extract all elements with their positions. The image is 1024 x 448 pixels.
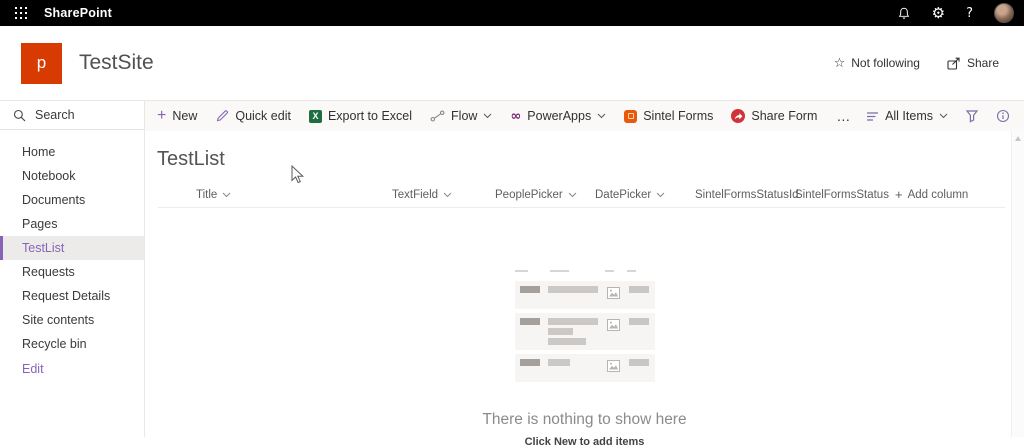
column-header-sintelformsstatus[interactable]: SintelFormsStatus: [795, 189, 895, 201]
sidebar-item-testlist[interactable]: TestList: [0, 236, 144, 260]
column-header-datepicker[interactable]: DatePicker: [595, 189, 695, 201]
search-icon: [13, 109, 26, 122]
share-form-label: Share Form: [751, 109, 818, 123]
sidebar-item-documents[interactable]: Documents: [0, 188, 144, 212]
column-header-row: Title TextField PeoplePicker DatePicker …: [145, 188, 1024, 201]
search-input[interactable]: Search: [0, 101, 144, 130]
column-header-title[interactable]: Title: [196, 189, 392, 201]
image-placeholder-icon: [606, 318, 620, 336]
page-body: Search Home Notebook Documents Pages Tes…: [0, 100, 1024, 448]
column-header-sintelformsstatusid[interactable]: SintelFormsStatusId: [695, 189, 799, 201]
view-selector[interactable]: All Items: [866, 109, 948, 123]
help-icon[interactable]: ?: [966, 7, 973, 20]
sidebar-item-request-details[interactable]: Request Details: [0, 284, 144, 308]
powerapps-label: PowerApps: [527, 109, 592, 123]
new-label: New: [172, 109, 198, 123]
notifications-bell-icon[interactable]: [897, 6, 911, 21]
chevron-down-icon: [656, 192, 665, 197]
app-launcher-icon[interactable]: [9, 1, 33, 25]
sintel-forms-label: Sintel Forms: [643, 109, 714, 123]
chevron-down-icon: [568, 192, 577, 197]
sidebar-item-pages[interactable]: Pages: [0, 212, 144, 236]
command-bar: + New Quick edit X Export to Excel Flow …: [145, 101, 1024, 131]
excel-icon: X: [308, 109, 322, 123]
powerapps-icon: ∞: [510, 108, 522, 124]
plus-icon: +: [895, 187, 903, 202]
sidebar-item-recycle-bin[interactable]: Recycle bin: [0, 332, 144, 356]
add-column-button[interactable]: + Add column: [895, 188, 968, 201]
skeleton-row: [514, 281, 655, 309]
flow-icon: [430, 110, 445, 122]
share-form-icon: [731, 109, 746, 123]
add-column-label: Add column: [907, 188, 969, 201]
site-nav: Home Notebook Documents Pages TestList R…: [0, 130, 144, 381]
site-header: p TestSite ☆ Not following Share: [0, 26, 1024, 100]
star-icon: ☆: [833, 55, 846, 71]
column-header-peoplepicker[interactable]: PeoplePicker: [495, 189, 595, 201]
sintel-forms-icon: [624, 109, 638, 123]
vertical-scrollbar[interactable]: [1011, 131, 1024, 437]
skeleton-row: [514, 313, 655, 350]
site-title[interactable]: TestSite: [79, 51, 154, 75]
share-form-button[interactable]: Share Form: [722, 101, 826, 131]
more-commands-button[interactable]: …: [826, 108, 861, 124]
filter-funnel-icon[interactable]: [965, 109, 979, 123]
chevron-down-icon: [597, 113, 606, 119]
sidebar-item-home[interactable]: Home: [0, 140, 144, 164]
site-header-actions: ☆ Not following Share: [834, 56, 1024, 71]
share-site-button[interactable]: Share: [947, 56, 999, 70]
quick-edit-label: Quick edit: [235, 109, 291, 123]
user-avatar[interactable]: [994, 3, 1014, 23]
view-selector-label: All Items: [885, 109, 933, 123]
empty-state-subtitle: Click New to add items: [524, 436, 645, 448]
sidebar-item-requests[interactable]: Requests: [0, 260, 144, 284]
export-to-excel-button[interactable]: X Export to Excel: [300, 101, 421, 131]
sintel-forms-button[interactable]: Sintel Forms: [615, 101, 722, 131]
image-placeholder-icon: [606, 359, 620, 377]
settings-gear-icon[interactable]: ⚙: [932, 5, 945, 21]
image-placeholder-icon: [606, 286, 620, 304]
chevron-down-icon: [222, 192, 231, 197]
list-title: TestList: [157, 148, 225, 170]
sidebar-item-notebook[interactable]: Notebook: [0, 164, 144, 188]
sidebar-item-site-contents[interactable]: Site contents: [0, 308, 144, 332]
empty-state-illustration: [514, 270, 655, 382]
quick-edit-button[interactable]: Quick edit: [206, 101, 300, 131]
empty-state-title: There is nothing to show here: [482, 411, 687, 428]
export-excel-label: Export to Excel: [327, 109, 413, 123]
chevron-down-icon: [939, 113, 948, 119]
search-placeholder: Search: [35, 108, 75, 122]
header-divider: [158, 207, 1005, 208]
sidebar-edit-links[interactable]: Edit: [0, 357, 144, 381]
pencil-icon: [215, 109, 229, 123]
skeleton-row: [514, 354, 655, 382]
chevron-down-icon: [443, 192, 452, 197]
sharepoint-page: SharePoint ⚙ ? p TestSite ☆ Not followin…: [0, 0, 1024, 448]
follow-button[interactable]: ☆ Not following: [834, 56, 920, 71]
skeleton-header-row: [514, 270, 655, 272]
follow-label: Not following: [851, 56, 920, 70]
chevron-down-icon: [483, 113, 492, 119]
list-view: + New Quick edit X Export to Excel Flow …: [145, 101, 1024, 448]
flow-menu-button[interactable]: Flow: [421, 101, 501, 131]
plus-icon: +: [157, 107, 167, 124]
command-bar-right: All Items: [866, 109, 1024, 123]
column-header-textfield[interactable]: TextField: [392, 189, 495, 201]
share-icon: [947, 57, 961, 70]
list-view-icon: [866, 110, 879, 122]
scroll-up-arrow-icon[interactable]: [1015, 136, 1021, 141]
share-label: Share: [966, 56, 999, 70]
left-nav: Search Home Notebook Documents Pages Tes…: [0, 101, 145, 437]
app-name: SharePoint: [44, 6, 112, 20]
info-icon[interactable]: [996, 109, 1010, 123]
powerapps-menu-button[interactable]: ∞ PowerApps: [501, 101, 615, 131]
topbar-actions: ⚙ ?: [897, 3, 1024, 23]
suite-topbar: SharePoint ⚙ ?: [0, 0, 1024, 26]
flow-label: Flow: [451, 109, 478, 123]
new-button[interactable]: + New: [148, 101, 206, 131]
site-logo[interactable]: p: [21, 42, 62, 84]
